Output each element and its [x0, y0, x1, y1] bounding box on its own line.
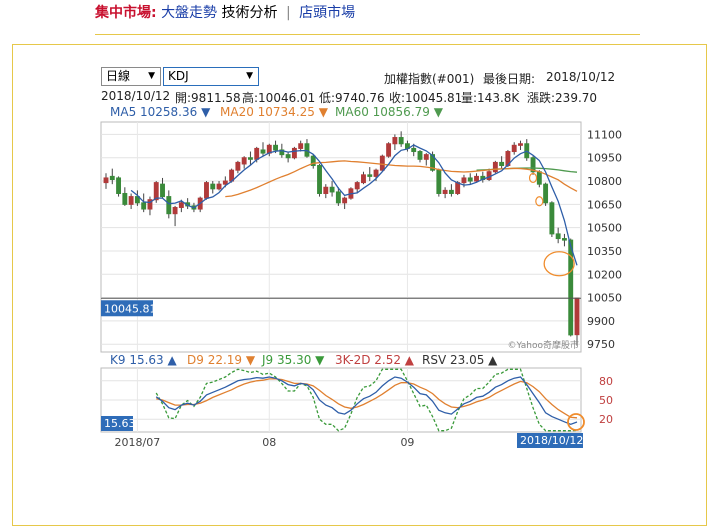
candle-body	[436, 169, 442, 194]
last-price-label: 10045.81	[104, 302, 157, 315]
candle-body	[392, 137, 398, 145]
price-tick-label: 10200	[587, 268, 622, 281]
candle-body	[367, 174, 373, 177]
candle-body	[204, 182, 209, 199]
candle-body	[417, 151, 423, 160]
price-tick-label: 9900	[587, 315, 615, 328]
stock-chart: 11100 10950 10800 10650 10500 10350 10200 10050…	[100, 121, 622, 449]
candle-body	[492, 161, 498, 173]
price-tick-label: 10950	[587, 152, 622, 165]
time-tick-label: 08	[262, 436, 276, 449]
candle-body	[442, 189, 448, 194]
candle-body	[160, 183, 165, 198]
candle-body	[386, 143, 392, 157]
candle-body	[141, 202, 147, 210]
candle-body	[379, 155, 385, 171]
candle-body	[166, 196, 172, 215]
candle-body	[317, 165, 322, 194]
kdj-tick-label: 80	[599, 375, 613, 388]
candle-body	[172, 206, 178, 215]
candle-body	[574, 297, 580, 336]
candle-body	[254, 147, 260, 160]
candle-body	[210, 183, 216, 190]
candle-body	[518, 143, 523, 146]
candle-body	[323, 186, 329, 194]
price-tick-label: 10350	[587, 245, 622, 258]
candle-body	[543, 183, 549, 204]
candle-body	[549, 202, 555, 235]
price-tick-label: 9750	[587, 338, 615, 351]
last-k-label: 15.63	[104, 417, 136, 430]
candle-body	[153, 182, 159, 201]
price-tick-label: 10800	[587, 175, 622, 188]
candle-body	[499, 161, 505, 167]
candle-body	[285, 154, 291, 159]
price-tick-label: 11100	[587, 128, 622, 141]
candle-body	[455, 182, 461, 194]
candle-body	[222, 180, 228, 185]
candle-body	[122, 192, 128, 205]
last-date-badge-label: 2018/10/12	[520, 434, 583, 447]
kdj-tick-label: 20	[599, 413, 613, 426]
candle-body	[461, 177, 467, 184]
candle-body	[128, 196, 134, 205]
candle-body	[298, 143, 304, 149]
time-tick-label: 2018/07	[115, 436, 161, 449]
candle-body	[398, 137, 404, 145]
candle-body	[474, 175, 479, 182]
candle-body	[103, 177, 109, 184]
price-tick-label: 10500	[587, 222, 622, 235]
time-tick-label: 09	[400, 436, 414, 449]
candle-body	[329, 186, 335, 193]
candle-body	[423, 154, 429, 160]
kdj-tick-label: 50	[599, 394, 613, 407]
candle-body	[178, 202, 184, 208]
candle-body	[361, 174, 366, 184]
candle-body	[373, 169, 379, 177]
candle-body	[448, 189, 454, 194]
candle-body	[335, 191, 341, 204]
candle-body	[555, 233, 561, 240]
candle-body	[511, 144, 517, 153]
price-tick-label: 10050	[587, 292, 622, 305]
candle-body	[247, 157, 253, 160]
candle-body	[467, 177, 473, 182]
candle-body	[109, 175, 115, 180]
candle-body	[273, 144, 279, 151]
candle-body	[241, 157, 247, 165]
candle-body	[354, 182, 360, 190]
price-tick-label: 10650	[587, 198, 622, 211]
candle-body	[235, 161, 241, 171]
watermark: ©Yahoo奇摩股市	[508, 339, 580, 351]
candle-body	[260, 149, 266, 154]
candle-body	[342, 197, 348, 204]
candle-body	[411, 147, 417, 153]
candle-body	[536, 171, 542, 185]
candle-body	[561, 238, 567, 241]
candle-body	[116, 177, 122, 194]
candle-body	[291, 147, 297, 159]
candle-body	[216, 183, 222, 190]
